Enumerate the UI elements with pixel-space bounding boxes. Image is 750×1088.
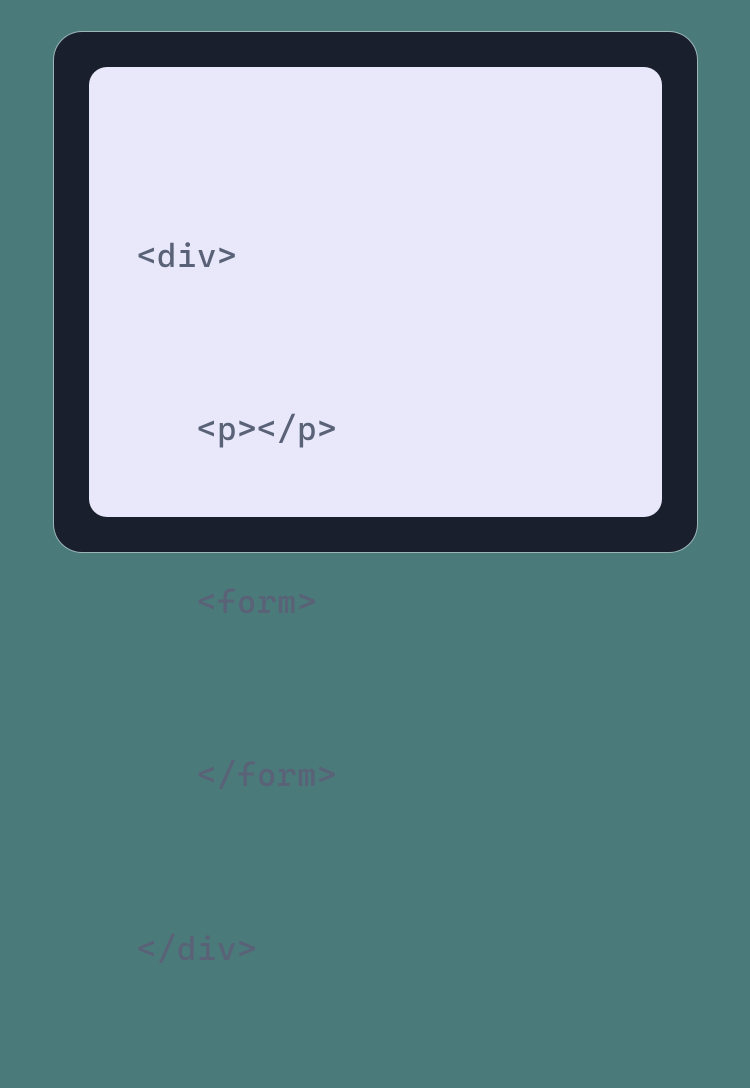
code-window-frame: <div> <p></p> <form> </form> </div> (54, 32, 697, 552)
code-panel: <div> <p></p> <form> </form> </div> (89, 67, 662, 517)
code-line: <p></p> (137, 400, 622, 458)
code-line: <div> (137, 227, 622, 285)
code-block: <div> <p></p> <form> </form> </div> (137, 111, 622, 1088)
code-line: </form> (137, 746, 622, 804)
code-line: <form> (137, 573, 622, 631)
code-line: </div> (137, 920, 622, 978)
